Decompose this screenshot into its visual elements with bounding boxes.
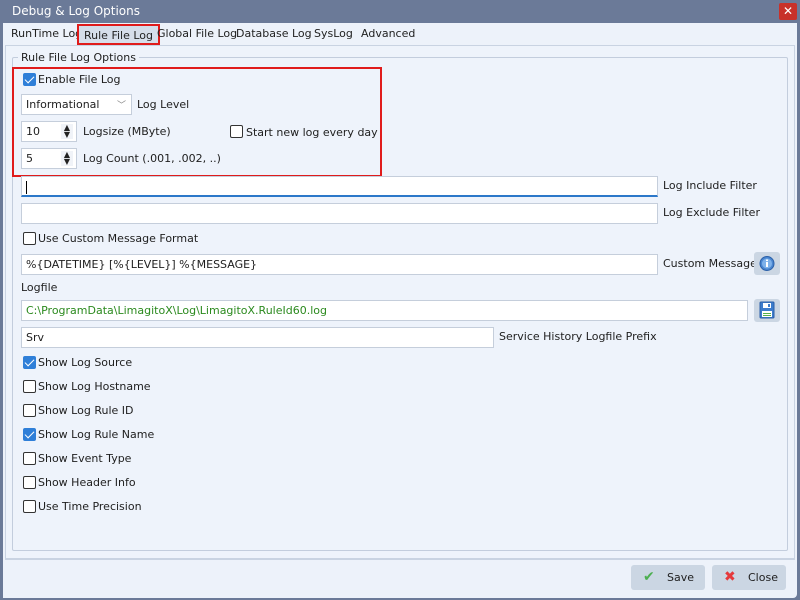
log-count-spinner[interactable]: 5 ▲ ▼ (21, 148, 77, 169)
custom-message-label: Custom Message (663, 257, 757, 270)
show-log-source-checkbox[interactable] (23, 356, 36, 369)
close-button[interactable]: ✖ Close (712, 565, 786, 590)
chevron-down-icon: ﹀ (116, 101, 126, 111)
show-event-type-checkbox[interactable] (23, 452, 36, 465)
logfile-label: Logfile (21, 281, 58, 294)
checkmark-icon: ✔ (643, 569, 655, 585)
tab-syslog[interactable]: SysLog (314, 27, 353, 40)
service-history-prefix-input[interactable]: Srv (21, 327, 494, 348)
service-history-prefix-label: Service History Logfile Prefix (499, 330, 657, 343)
tab-advanced[interactable]: Advanced (361, 27, 415, 40)
show-header-info-label: Show Header Info (38, 476, 136, 489)
window-title: Debug & Log Options (12, 4, 140, 18)
save-button[interactable]: ✔ Save (631, 565, 705, 590)
logsize-value: 10 (26, 125, 40, 138)
group-title: Rule File Log Options (18, 51, 139, 64)
custom-message-input[interactable]: %{DATETIME} [%{LEVEL}] %{MESSAGE} (21, 254, 658, 275)
logfile-path-input[interactable]: C:\ProgramData\LimagitoX\Log\LimagitoX.R… (21, 300, 748, 321)
custom-message-value: %{DATETIME} [%{LEVEL}] %{MESSAGE} (26, 258, 258, 271)
log-include-filter-label: Log Include Filter (663, 179, 757, 192)
start-new-log-label: Start new log every day (246, 126, 378, 139)
log-level-value: Informational (26, 98, 100, 111)
log-count-label: Log Count (.001, .002, ..) (83, 152, 221, 165)
enable-file-log-label: Enable File Log (38, 73, 121, 86)
close-icon[interactable]: ✕ (779, 3, 797, 20)
show-log-source-label: Show Log Source (38, 356, 133, 369)
tab-runtime-log[interactable]: RunTime Log (11, 27, 82, 40)
text-caret (26, 180, 27, 194)
show-header-info-checkbox[interactable] (23, 476, 36, 489)
show-log-rule-id-label: Show Log Rule ID (38, 404, 134, 417)
tab-global-file-log[interactable]: Global File Log (157, 27, 237, 40)
logsize-label: Logsize (MByte) (83, 125, 171, 138)
use-time-precision-label: Use Time Precision (38, 500, 142, 513)
info-icon (759, 256, 775, 271)
logfile-path-value: C:\ProgramData\LimagitoX\Log\LimagitoX.R… (26, 304, 327, 317)
log-level-select[interactable]: Informational ﹀ (21, 94, 132, 115)
red-x-icon: ✖ (724, 569, 736, 585)
show-log-rule-id-checkbox[interactable] (23, 404, 36, 417)
log-exclude-filter-input[interactable] (21, 203, 658, 224)
show-event-type-label: Show Event Type (38, 452, 132, 465)
show-log-hostname-label: Show Log Hostname (38, 380, 151, 393)
show-log-rule-name-label: Show Log Rule Name (38, 428, 155, 441)
custom-message-format-label: Use Custom Message Format (38, 232, 199, 245)
log-include-filter-input[interactable] (21, 176, 658, 197)
dialog-client: RunTime Log Rule File Log Global File Lo… (3, 23, 797, 598)
log-exclude-filter-label: Log Exclude Filter (663, 206, 760, 219)
logsize-spinner[interactable]: 10 ▲ ▼ (21, 121, 77, 142)
use-time-precision-checkbox[interactable] (23, 500, 36, 513)
tab-rule-file-log[interactable]: Rule File Log (77, 24, 160, 45)
tab-bar: RunTime Log Rule File Log Global File Lo… (3, 23, 797, 45)
info-button[interactable] (754, 252, 780, 275)
custom-message-format-checkbox[interactable] (23, 232, 36, 245)
service-prefix-value: Srv (26, 331, 45, 344)
save-label: Save (667, 571, 695, 584)
footer-divider (5, 558, 795, 560)
enable-file-log-checkbox[interactable] (23, 73, 36, 86)
tab-database-log[interactable]: Database Log (236, 27, 312, 40)
save-logfile-button[interactable] (754, 299, 780, 322)
log-count-value: 5 (26, 152, 33, 165)
start-new-log-checkbox[interactable] (230, 125, 243, 138)
dialog-window: Debug & Log Options ✕ RunTime Log Rule F… (0, 0, 800, 600)
show-log-rule-name-checkbox[interactable] (23, 428, 36, 441)
save-disk-icon (759, 301, 775, 319)
spin-updown-icon[interactable]: ▲ ▼ (61, 124, 73, 139)
title-bar[interactable]: Debug & Log Options ✕ (0, 0, 800, 23)
spin-updown-icon[interactable]: ▲ ▼ (61, 151, 73, 166)
close-label: Close (748, 571, 778, 584)
log-level-label: Log Level (137, 98, 190, 111)
show-log-hostname-checkbox[interactable] (23, 380, 36, 393)
